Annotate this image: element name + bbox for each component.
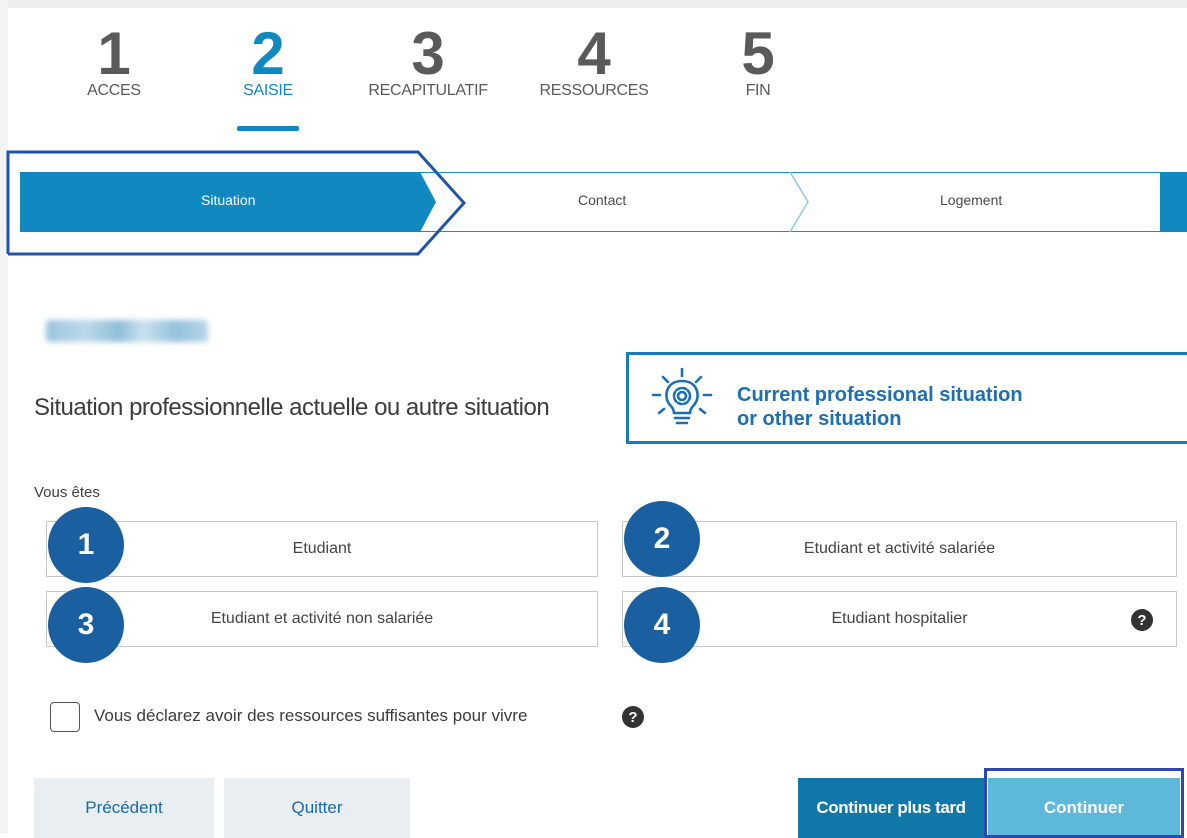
top-band: [0, 0, 1187, 8]
substep-contact[interactable]: Contact: [578, 192, 626, 208]
help-icon[interactable]: ?: [1131, 609, 1153, 631]
option-etudiant-non-salarie[interactable]: Etudiant et activité non salariée: [46, 591, 598, 647]
step-label: RESSOURCES: [539, 82, 649, 99]
option-label: Etudiant et activité salariée: [803, 540, 996, 557]
substep-situation[interactable]: Situation: [201, 192, 255, 208]
step-number: 4: [577, 20, 611, 87]
step-fin[interactable]: 5 FIN: [718, 20, 798, 100]
substep-logement[interactable]: Logement: [940, 192, 1002, 208]
step-recapitulatif[interactable]: 3 RECAPITULATIF: [348, 20, 508, 100]
question-title: Situation professionnelle actuelle ou au…: [34, 394, 550, 421]
step-label: RECAPITULATIF: [368, 82, 488, 99]
step-number: 1: [97, 20, 131, 87]
tip-line-1: Current professional situation: [737, 384, 1023, 406]
option-etudiant-hospitalier[interactable]: Etudiant hospitalier: [622, 591, 1177, 647]
continuer-plus-tard-button[interactable]: Continuer plus tard: [798, 778, 984, 838]
step-number: 5: [741, 20, 775, 87]
step-label: SAISIE: [243, 82, 293, 99]
option-label: Etudiant: [292, 540, 352, 557]
step-acces[interactable]: 1 ACCES: [64, 20, 164, 100]
precedent-button[interactable]: Précédent: [34, 778, 214, 838]
option-label: Etudiant hospitalier: [831, 610, 968, 627]
step-number: 2: [251, 20, 285, 87]
resources-checkbox-label: Vous déclarez avoir des ressources suffi…: [94, 706, 528, 725]
step-saisie[interactable]: 2 SAISIE: [218, 20, 318, 131]
number-badge: 1: [48, 507, 124, 583]
tip-line-2: or other situation: [737, 408, 902, 430]
continuer-highlight-frame: [984, 768, 1184, 838]
step-ressources[interactable]: 4 RESSOURCES: [524, 20, 664, 100]
step-number: 3: [411, 20, 445, 87]
step-label: FIN: [745, 82, 771, 99]
tip-text: Current professional situation or other …: [737, 383, 1023, 431]
resources-checkbox[interactable]: [50, 702, 80, 732]
number-badge: 2: [624, 501, 700, 577]
left-band: [0, 0, 8, 833]
vous-etes-label: Vous êtes: [34, 484, 100, 501]
active-step-underline: [237, 126, 299, 131]
lightbulb-gear-icon: [651, 367, 713, 425]
number-badge: 3: [48, 587, 124, 663]
step-label: ACCES: [87, 82, 141, 99]
tip-box: Current professional situation or other …: [626, 352, 1187, 444]
quitter-button[interactable]: Quitter: [224, 778, 410, 838]
option-label: Etudiant et activité non salariée: [210, 610, 434, 627]
number-badge: 4: [624, 587, 700, 663]
help-icon[interactable]: ?: [622, 706, 644, 728]
option-etudiant[interactable]: Etudiant: [46, 521, 598, 577]
blurred-section-title: [46, 320, 208, 342]
substep-edge: [1160, 172, 1187, 232]
option-etudiant-salarie[interactable]: Etudiant et activité salariée: [622, 521, 1177, 577]
